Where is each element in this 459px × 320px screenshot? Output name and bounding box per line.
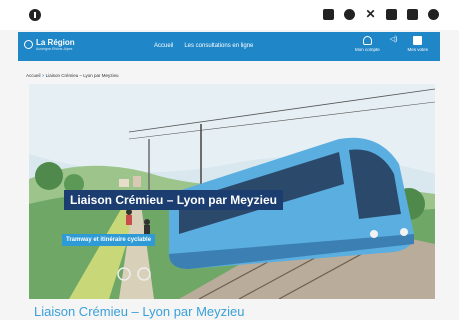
nav-link-consultations[interactable]: Les consultations en ligne	[184, 43, 253, 49]
youtube-icon[interactable]	[407, 9, 418, 20]
top-utility-bar: ✕	[0, 0, 459, 30]
account-label: Mon compte	[355, 47, 380, 52]
main-navbar: La Région Auvergne-Rhône-Alpes Accueil L…	[18, 32, 440, 61]
votes-label: Mes votes	[407, 47, 428, 52]
page-title: Liaison Crémieu – Lyon par Meyzieu	[34, 304, 245, 319]
user-icon	[362, 36, 372, 45]
hero-tag: Tramway et itinéraire cyclable	[62, 234, 156, 246]
logo-mark-icon	[24, 40, 33, 49]
x-icon[interactable]: ✕	[365, 8, 376, 20]
region-logo[interactable]: La Région Auvergne-Rhône-Alpes	[24, 38, 75, 52]
nav-link-home[interactable]: Accueil	[154, 43, 173, 49]
breadcrumb: Accueil > Liaison Crémieu – Lyon par Mey…	[26, 73, 119, 78]
nav-actions: Mon compte ◁) Mes votes	[355, 36, 428, 52]
ballot-icon	[413, 36, 423, 45]
nav-links: Accueil Les consultations en ligne	[154, 43, 253, 49]
globe-icon[interactable]	[428, 9, 439, 20]
breadcrumb-current: Liaison Crémieu – Lyon par Meyzieu	[45, 73, 119, 78]
facebook-icon[interactable]	[344, 9, 355, 20]
social-links: ✕	[323, 8, 439, 20]
logo-name: La Région	[36, 38, 75, 47]
breadcrumb-separator: >	[41, 73, 45, 78]
hero-banner: Liaison Crémieu – Lyon par Meyzieu Tramw…	[29, 84, 435, 299]
logo-subtitle: Auvergne-Rhône-Alpes	[36, 47, 73, 51]
audio-icon[interactable]: ◁)	[390, 35, 398, 52]
votes-button[interactable]: Mes votes	[407, 36, 428, 52]
breadcrumb-home[interactable]: Accueil	[26, 73, 41, 78]
instagram-icon[interactable]	[386, 9, 397, 20]
hero-title: Liaison Crémieu – Lyon par Meyzieu	[64, 190, 283, 210]
linkedin-icon[interactable]	[323, 9, 334, 20]
info-icon[interactable]	[29, 9, 41, 21]
account-button[interactable]: Mon compte	[355, 36, 380, 52]
